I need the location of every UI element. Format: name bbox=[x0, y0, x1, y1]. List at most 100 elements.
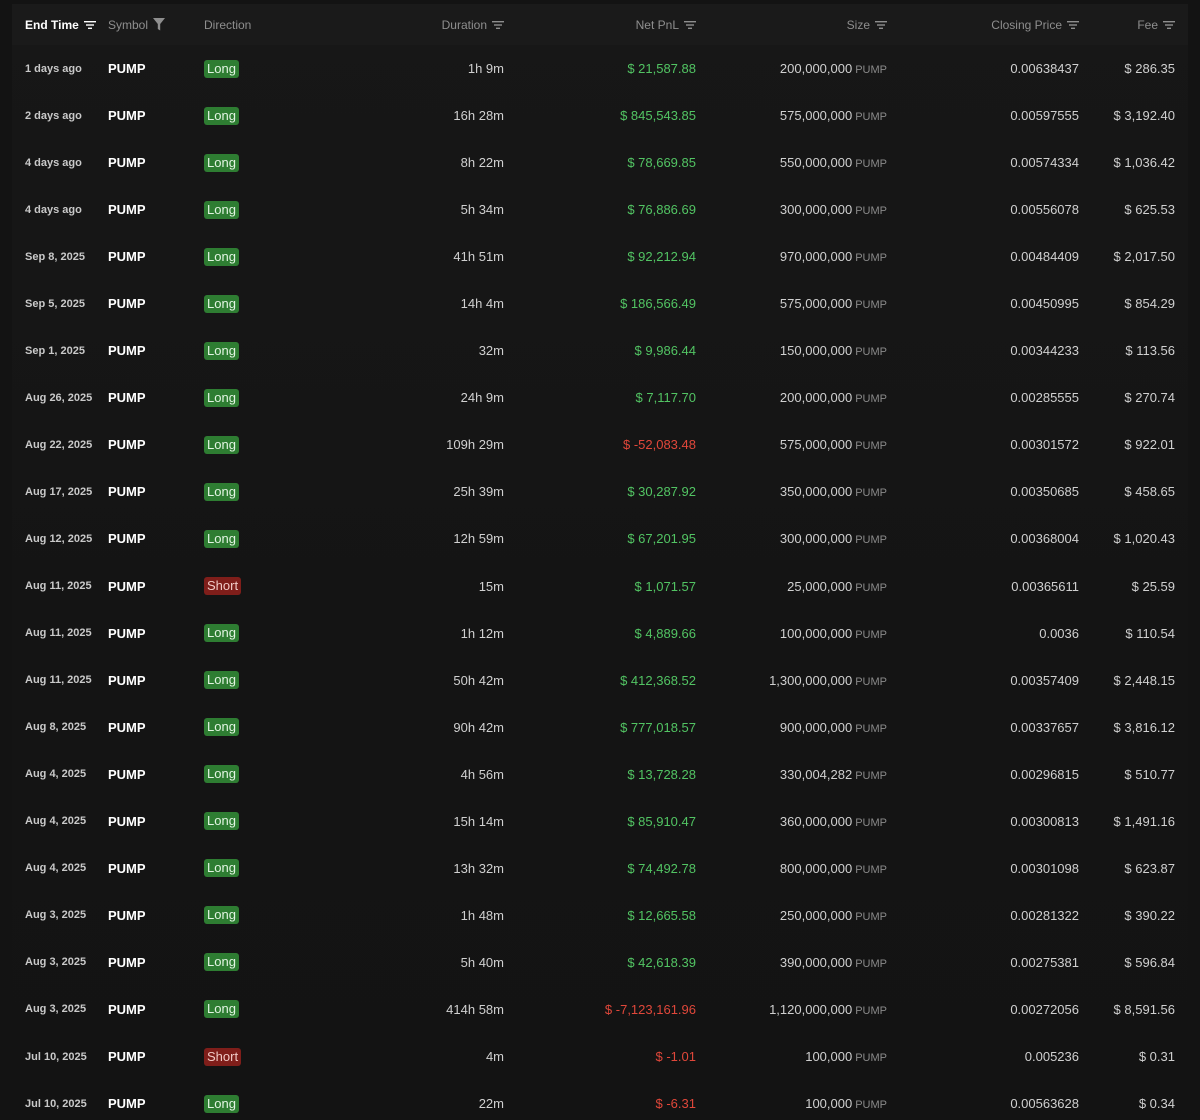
table-row[interactable]: Aug 26, 2025 PUMP Long 24h 9m $ 7,117.70 200,… bbox=[12, 374, 1188, 421]
symbol-value: PUMP bbox=[108, 719, 146, 735]
direction-badge: Long bbox=[204, 812, 239, 831]
end-time-value: Sep 5, 2025 bbox=[25, 297, 85, 310]
funnel-icon[interactable] bbox=[153, 18, 166, 31]
column-header-duration[interactable]: Duration bbox=[374, 4, 504, 45]
table-row[interactable]: 2 days ago PUMP Long 16h 28m $ 845,543.85 575… bbox=[12, 92, 1188, 139]
column-header-fee[interactable]: Fee bbox=[1079, 4, 1188, 45]
table-row[interactable]: Aug 4, 2025 PUMP Long 4h 56m $ 13,728.28 330,… bbox=[12, 751, 1188, 798]
closing-price-cell: 0.00638437 bbox=[887, 45, 1079, 92]
duration-cell: 15m bbox=[374, 563, 504, 610]
direction-badge: Long bbox=[204, 765, 239, 784]
closing-price-value: 0.00365611 bbox=[1011, 578, 1079, 594]
table-row[interactable]: Aug 12, 2025 PUMP Long 12h 59m $ 67,201.95 30… bbox=[12, 515, 1188, 562]
sort-lines-icon[interactable] bbox=[875, 20, 887, 30]
table-row[interactable]: Aug 11, 2025 PUMP Short 15m $ 1,071.57 25,000… bbox=[12, 563, 1188, 610]
symbol-value: PUMP bbox=[108, 907, 146, 923]
table-row[interactable]: Aug 11, 2025 PUMP Long 1h 12m $ 4,889.66 100,… bbox=[12, 610, 1188, 657]
fee-cell: $ 110.54 bbox=[1079, 610, 1188, 657]
table-row[interactable]: Aug 3, 2025 PUMP Long 414h 58m $ -7,123,161.… bbox=[12, 986, 1188, 1033]
duration-value: 41h 51m bbox=[453, 249, 504, 265]
end-time-cell: Aug 11, 2025 bbox=[12, 563, 108, 610]
net-pnl-cell: $ -7,123,161.96 bbox=[504, 986, 696, 1033]
direction-cell: Long bbox=[204, 704, 374, 751]
table-row[interactable]: Aug 3, 2025 PUMP Long 5h 40m $ 42,618.39 390,… bbox=[12, 939, 1188, 986]
direction-badge: Long bbox=[204, 294, 239, 313]
closing-price-cell: 0.00365611 bbox=[887, 563, 1079, 610]
net-pnl-cell: $ 186,566.49 bbox=[504, 280, 696, 327]
size-value: 360,000,000 bbox=[779, 813, 853, 829]
column-header-closing-price[interactable]: Closing Price bbox=[887, 4, 1079, 45]
end-time-cell: 4 days ago bbox=[12, 139, 108, 186]
sort-lines-icon[interactable] bbox=[83, 20, 96, 30]
direction-cell: Long bbox=[204, 233, 374, 280]
table-row[interactable]: Aug 4, 2025 PUMP Long 15h 14m $ 85,910.47 360… bbox=[12, 798, 1188, 845]
net-pnl-value: $ 412,368.52 bbox=[620, 672, 696, 688]
column-header-end-time[interactable]: End Time bbox=[12, 4, 108, 45]
sort-lines-icon[interactable] bbox=[1163, 20, 1175, 30]
closing-price-cell: 0.00597555 bbox=[887, 92, 1079, 139]
column-header-direction[interactable]: Direction bbox=[204, 4, 374, 45]
table-row[interactable]: Sep 1, 2025 PUMP Long 32m $ 9,986.44 150,000,… bbox=[12, 327, 1188, 374]
duration-cell: 109h 29m bbox=[374, 421, 504, 468]
closing-price-value: 0.00357409 bbox=[1010, 672, 1079, 688]
fee-cell: $ 510.77 bbox=[1079, 751, 1188, 798]
direction-cell: Long bbox=[204, 939, 374, 986]
direction-cell: Long bbox=[204, 892, 374, 939]
table-row[interactable]: 4 days ago PUMP Long 8h 22m $ 78,669.85 550,0… bbox=[12, 139, 1188, 186]
table-row[interactable]: Jul 10, 2025 PUMP Short 4m $ -1.01 100,000 PUM… bbox=[12, 1033, 1188, 1080]
table-row[interactable]: Sep 5, 2025 PUMP Long 14h 4m $ 186,566.49 575… bbox=[12, 280, 1188, 327]
table-row[interactable]: 4 days ago PUMP Long 5h 34m $ 76,886.69 300,0… bbox=[12, 186, 1188, 233]
symbol-value: PUMP bbox=[108, 625, 146, 641]
fee-value: $ 2,448.15 bbox=[1113, 672, 1175, 688]
net-pnl-cell: $ -52,083.48 bbox=[504, 421, 696, 468]
size-value: 350,000,000 bbox=[779, 484, 853, 500]
duration-cell: 8h 22m bbox=[374, 139, 504, 186]
closing-price-value: 0.00350685 bbox=[1010, 484, 1079, 500]
closing-price-cell: 0.00350685 bbox=[887, 468, 1079, 515]
net-pnl-cell: $ 4,889.66 bbox=[504, 610, 696, 657]
net-pnl-cell: $ -1.01 bbox=[504, 1033, 696, 1080]
net-pnl-value: $ -1.01 bbox=[655, 1049, 696, 1064]
end-time-value: Aug 22, 2025 bbox=[25, 438, 93, 451]
fee-value: $ 623.87 bbox=[1124, 860, 1175, 876]
table-row[interactable]: 1 days ago PUMP Long 1h 9m $ 21,587.88 200,00… bbox=[12, 45, 1188, 92]
size-unit: PUMP bbox=[855, 957, 887, 970]
direction-cell: Long bbox=[204, 751, 374, 798]
table-row[interactable]: Aug 3, 2025 PUMP Long 1h 48m $ 12,665.58 250,… bbox=[12, 892, 1188, 939]
column-header-label: Duration bbox=[441, 17, 487, 32]
duration-value: 8h 22m bbox=[460, 155, 504, 171]
direction-cell: Long bbox=[204, 657, 374, 704]
symbol-cell: PUMP bbox=[108, 892, 204, 939]
sort-lines-icon[interactable] bbox=[492, 20, 504, 30]
duration-cell: 5h 34m bbox=[374, 186, 504, 233]
column-header-symbol[interactable]: Symbol bbox=[108, 4, 204, 45]
table-row[interactable]: Aug 17, 2025 PUMP Long 25h 39m $ 30,287.92 35… bbox=[12, 468, 1188, 515]
column-header-net-pnl[interactable]: Net PnL bbox=[504, 4, 696, 45]
sort-lines-icon[interactable] bbox=[1067, 20, 1079, 30]
sort-lines-icon[interactable] bbox=[684, 20, 696, 30]
fee-value: $ 0.34 bbox=[1138, 1096, 1175, 1112]
duration-cell: 90h 42m bbox=[374, 704, 504, 751]
end-time-value: Sep 8, 2025 bbox=[25, 250, 85, 263]
end-time-value: 1 days ago bbox=[25, 62, 82, 75]
table-row[interactable]: Aug 8, 2025 PUMP Long 90h 42m $ 777,018.57 90… bbox=[12, 704, 1188, 751]
table-row[interactable]: Aug 22, 2025 PUMP Long 109h 29m $ -52,083.48… bbox=[12, 421, 1188, 468]
size-unit: PUMP bbox=[855, 628, 887, 641]
size-value: 575,000,000 bbox=[779, 437, 853, 453]
size-value: 300,000,000 bbox=[779, 531, 853, 547]
fee-cell: $ 3,816.12 bbox=[1079, 704, 1188, 751]
table-row[interactable]: Jul 10, 2025 PUMP Long 22m $ -6.31 100,000 PUM… bbox=[12, 1080, 1188, 1120]
symbol-cell: PUMP bbox=[108, 139, 204, 186]
column-header-label: Fee bbox=[1137, 17, 1158, 32]
table-row[interactable]: Sep 8, 2025 PUMP Long 41h 51m $ 92,212.94 970… bbox=[12, 233, 1188, 280]
duration-value: 15m bbox=[478, 578, 504, 594]
size-value: 550,000,000 bbox=[779, 155, 853, 171]
column-header-size[interactable]: Size bbox=[696, 4, 887, 45]
size-unit: PUMP bbox=[855, 205, 887, 218]
net-pnl-cell: $ 85,910.47 bbox=[504, 798, 696, 845]
table-row[interactable]: Aug 4, 2025 PUMP Long 13h 32m $ 74,492.78 800… bbox=[12, 845, 1188, 892]
fee-cell: $ 458.65 bbox=[1079, 468, 1188, 515]
table-row[interactable]: Aug 11, 2025 PUMP Long 50h 42m $ 412,368.52 1… bbox=[12, 657, 1188, 704]
size-cell: 1,120,000,000 PUMP bbox=[696, 986, 887, 1033]
net-pnl-value: $ 30,287.92 bbox=[627, 484, 696, 500]
